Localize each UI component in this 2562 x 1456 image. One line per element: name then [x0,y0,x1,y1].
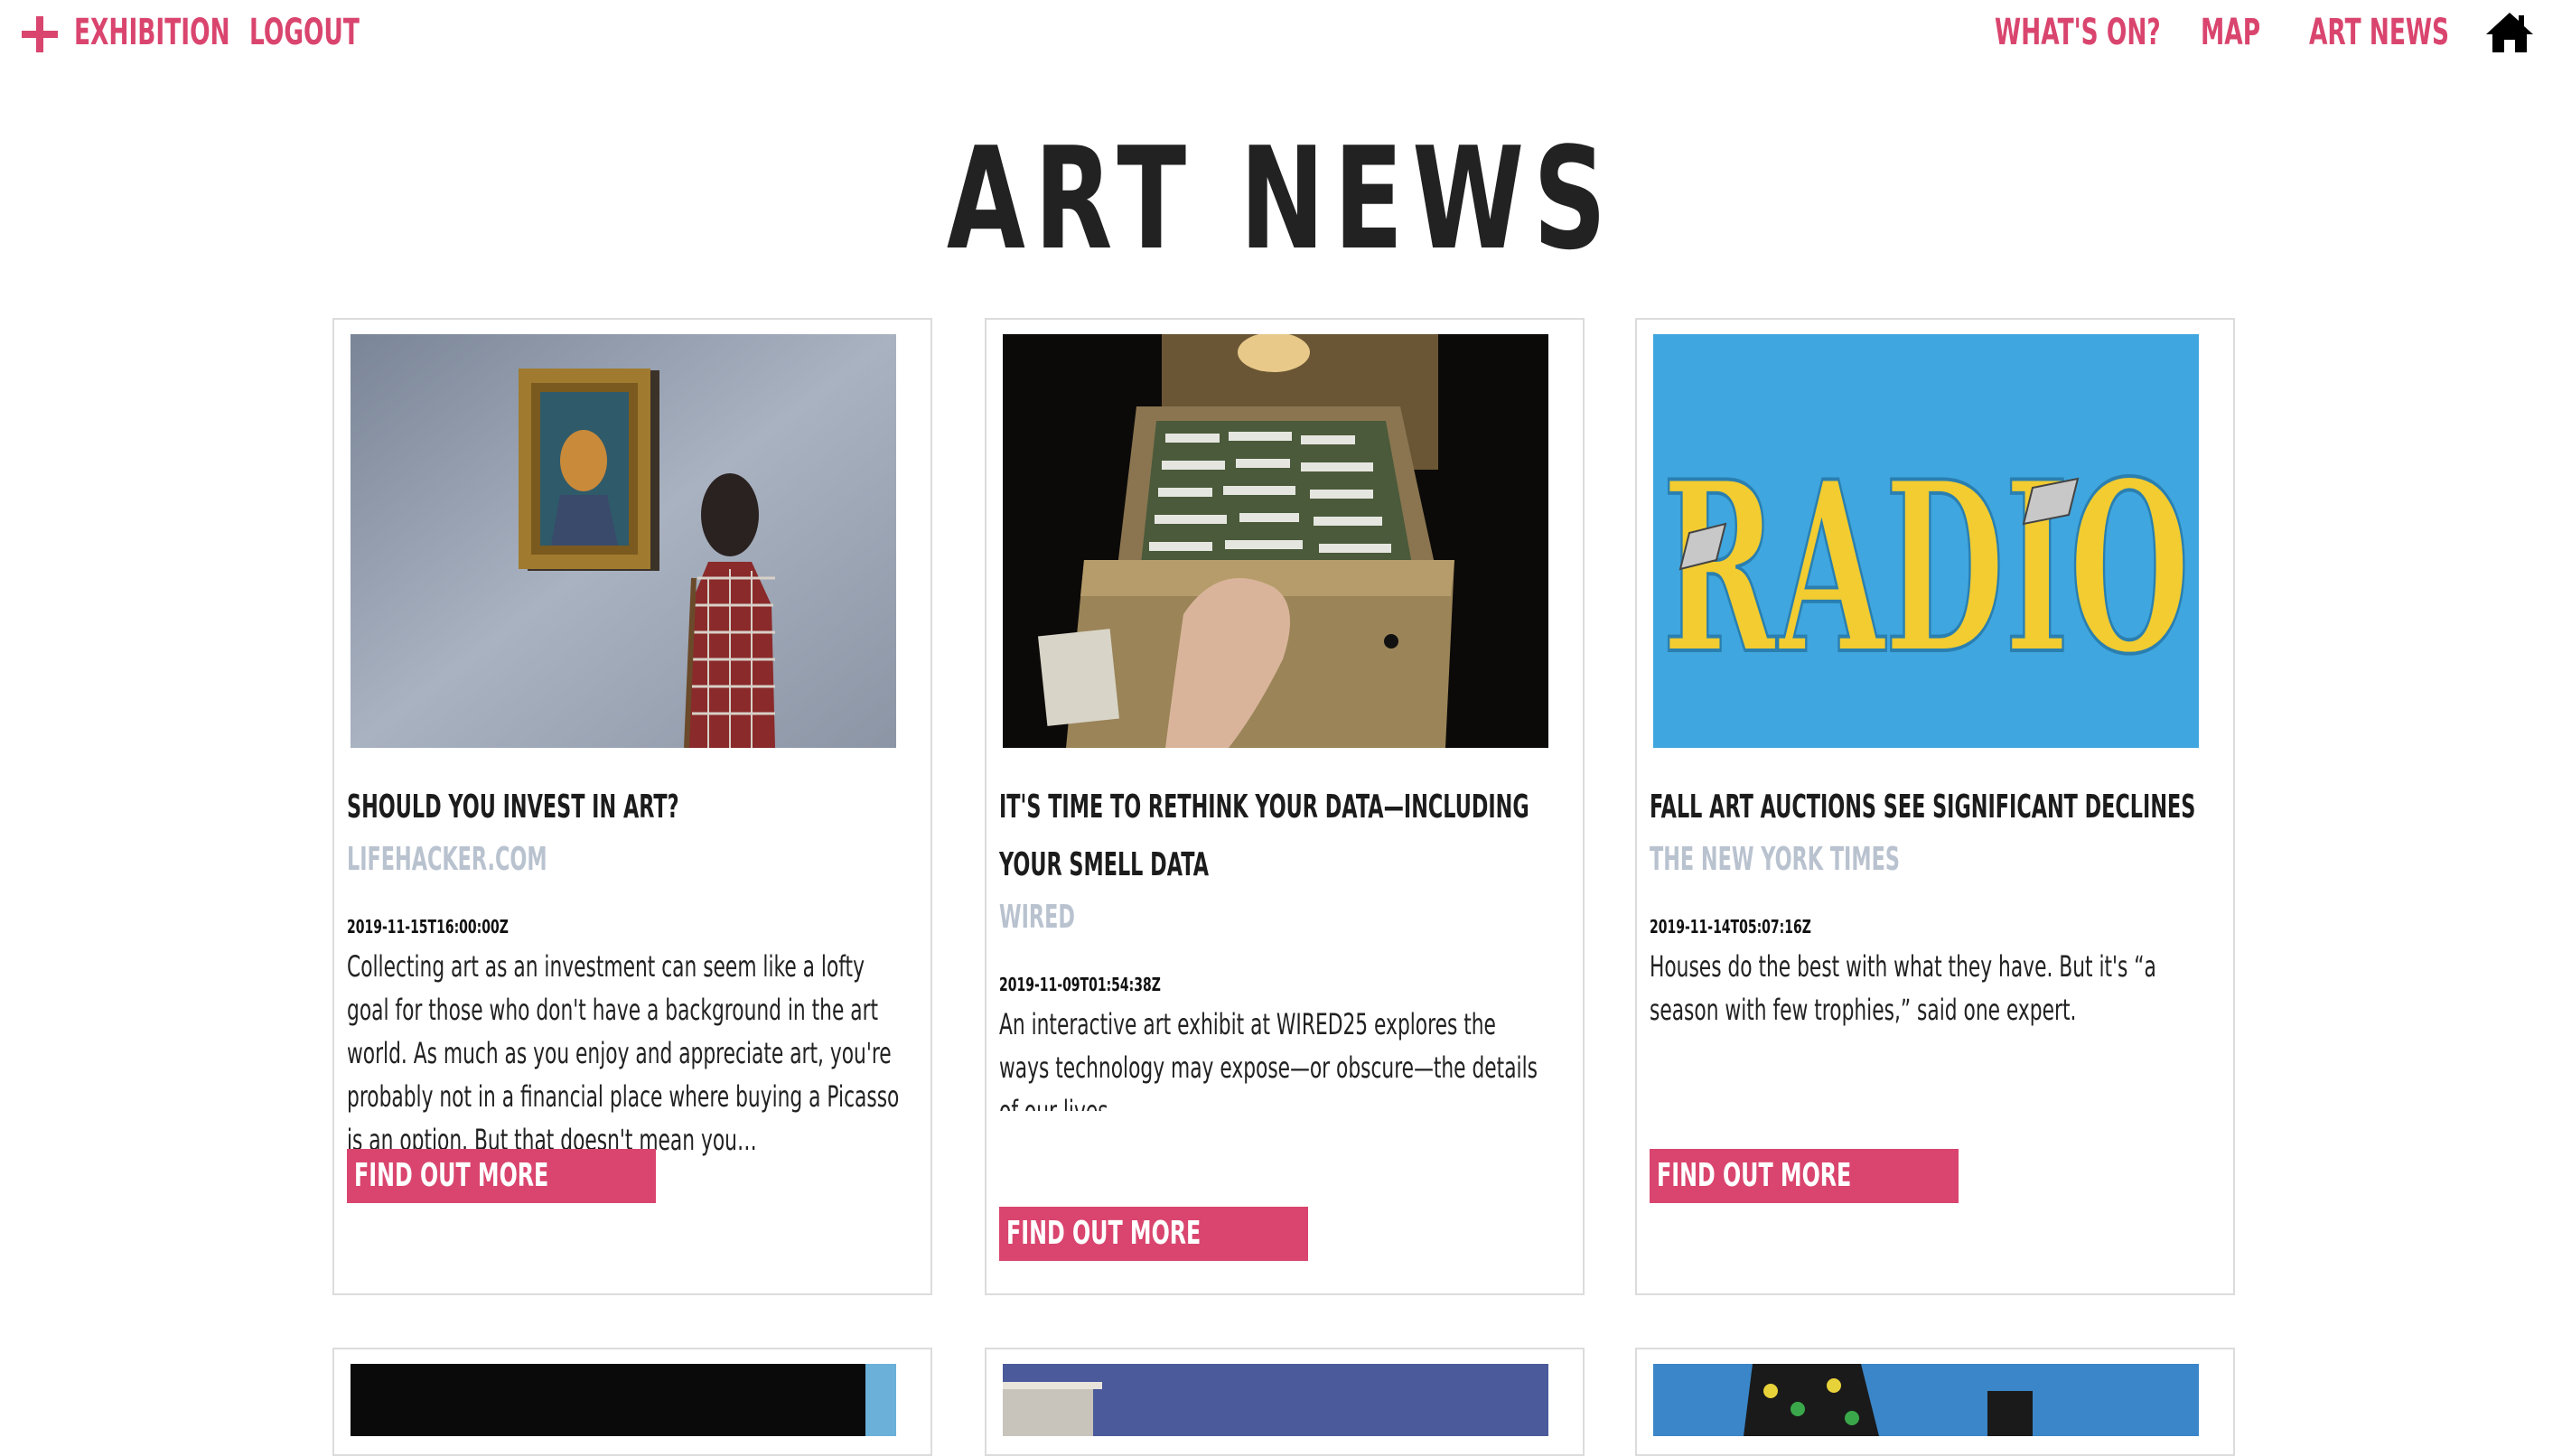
svg-text:RADIO: RADIO [1662,431,2190,706]
home-icon[interactable] [2484,11,2535,54]
logout-link[interactable]: Logout [249,13,360,52]
article-image-van-gogh [351,334,896,748]
article-title: Fall Art Auctions See Significant Declin… [1650,789,2196,826]
find-out-more-label: Find out more [1006,1215,1202,1252]
add-exhibition-plus-icon[interactable] [22,16,58,52]
article-card: RADIO Fall Art Auctions See Significant … [1635,318,2235,1295]
article-card: Should you invest in art? Lifehacker.com… [332,318,932,1295]
article-image-building [1003,1364,1548,1436]
article-source[interactable]: The New York Times [1650,840,1900,880]
article-card [1635,1348,2235,1456]
page-title: ART NEWS [0,126,2562,271]
article-card [332,1348,932,1456]
article-image-dark [351,1364,896,1436]
page-title-text: ART NEWS [946,117,1616,281]
article-date: 2019-11-09T01:54:38Z [999,974,1161,995]
find-out-more-button[interactable]: Find out more [999,1207,1309,1261]
article-card [985,1348,1585,1456]
article-card: It's Time to Rethink Your Data—Including… [985,318,1585,1295]
article-date: 2019-11-14T05:07:16Z [1650,916,1811,938]
whats-on-link[interactable]: What's On? [1995,13,2161,52]
find-out-more-label: Find out more [1657,1157,1852,1194]
find-out-more-label: Find out more [354,1157,549,1194]
article-description: Houses do the best with what they have. … [1650,949,2156,1027]
art-news-link[interactable]: Art News [2309,13,2449,52]
article-source[interactable]: Lifehacker.com [347,840,547,880]
add-exhibition-link[interactable]: Exhibition [74,13,230,52]
top-nav: Exhibition Logout What's On? Map Art New… [0,0,2562,72]
article-source[interactable]: Wired [999,898,1075,938]
find-out-more-button[interactable]: Find out more [347,1149,657,1203]
find-out-more-button[interactable]: Find out more [1650,1149,1959,1203]
article-description: An interactive art exhibit at WIRED25 ex… [999,1007,1538,1111]
article-image-radio-artwork: RADIO [1653,334,2199,748]
article-image-file-drawer [1003,334,1548,748]
article-image-sculpture [1653,1364,2199,1436]
article-title: It's Time to Rethink Your Data—Including… [999,789,1529,883]
map-link[interactable]: Map [2201,13,2260,52]
article-description: Collecting art as an investment can seem… [347,949,900,1157]
article-date: 2019-11-15T16:00:00Z [347,916,509,938]
article-title: Should you invest in art? [347,789,679,826]
